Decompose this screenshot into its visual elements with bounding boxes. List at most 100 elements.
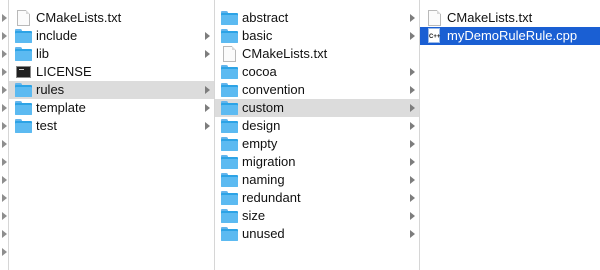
item-label: include	[36, 28, 78, 43]
folder-row[interactable]: empty	[215, 135, 419, 153]
disclosure-arrow-icon	[1, 13, 7, 23]
text-file-icon	[17, 10, 30, 26]
text-file-icon	[428, 10, 441, 26]
item-label: LICENSE	[36, 64, 92, 79]
disclosure-arrow-icon	[410, 194, 415, 202]
folder-row[interactable]: include	[9, 27, 214, 45]
folder-row[interactable]: basic	[215, 27, 419, 45]
folder-icon	[221, 119, 238, 133]
folder-icon	[15, 101, 32, 115]
cpp-file-icon: C++	[428, 28, 440, 43]
folder-row[interactable]: test	[9, 117, 214, 135]
file-row[interactable]: CMakeLists.txt	[420, 9, 600, 27]
file-list: abstract basic CMakeLists.txt cocoa conventi…	[215, 9, 419, 243]
folder-icon	[221, 155, 238, 169]
item-label: convention	[242, 82, 305, 97]
disclosure-arrow-icon	[205, 104, 210, 112]
disclosure-arrow-icon	[1, 157, 7, 167]
disclosure-arrow-icon	[410, 176, 415, 184]
parent-column-edge[interactable]	[0, 0, 9, 270]
item-label: basic	[242, 28, 273, 43]
item-label: naming	[242, 172, 285, 187]
disclosure-arrow-icon	[410, 158, 415, 166]
disclosure-arrow-icon	[1, 211, 7, 221]
disclosure-arrow-icon	[1, 139, 7, 149]
disclosure-arrow-icon	[410, 32, 415, 40]
disclosure-arrow-icon	[1, 49, 7, 59]
text-file-icon	[223, 46, 236, 62]
item-label: design	[242, 118, 281, 133]
disclosure-arrow-icon	[1, 247, 7, 257]
folder-icon	[221, 191, 238, 205]
item-label: unused	[242, 226, 285, 241]
folder-icon	[221, 83, 238, 97]
folder-icon	[221, 65, 238, 79]
item-label: abstract	[242, 10, 289, 25]
folder-row[interactable]: size	[215, 207, 419, 225]
folder-row[interactable]: rules	[9, 81, 214, 99]
folder-row[interactable]: unused	[215, 225, 419, 243]
column-rules[interactable]: abstract basic CMakeLists.txt cocoa conventi…	[215, 0, 420, 270]
folder-row[interactable]: cocoa	[215, 63, 419, 81]
disclosure-arrow-icon	[1, 175, 7, 185]
disclosure-arrow-icon	[1, 193, 7, 203]
disclosure-arrow-icon	[1, 229, 7, 239]
folder-row[interactable]: abstract	[215, 9, 419, 27]
disclosure-arrow-icon	[410, 86, 415, 94]
file-row[interactable]: C++ myDemoRuleRule.cpp	[420, 27, 600, 45]
disclosure-arrow-icon	[410, 230, 415, 238]
folder-row[interactable]: template	[9, 99, 214, 117]
folder-icon	[15, 119, 32, 133]
cpp-file-tag: C++	[429, 34, 441, 40]
folder-row[interactable]: lib	[9, 45, 214, 63]
item-label: template	[36, 100, 86, 115]
disclosure-arrow-icon	[1, 31, 7, 41]
item-label: test	[36, 118, 57, 133]
disclosure-arrow-icon	[1, 103, 7, 113]
item-label: CMakeLists.txt	[36, 10, 122, 25]
item-label: CMakeLists.txt	[447, 10, 533, 25]
item-label: CMakeLists.txt	[242, 46, 328, 61]
item-label: migration	[242, 154, 296, 169]
folder-icon	[15, 29, 32, 43]
file-list: CMakeLists.txt C++ myDemoRuleRule.cpp	[420, 9, 600, 45]
disclosure-arrow-icon	[205, 86, 210, 94]
file-list: CMakeLists.txt include lib LICENSE rules temp…	[9, 9, 214, 135]
disclosure-arrow-icon	[205, 32, 210, 40]
file-row[interactable]: CMakeLists.txt	[215, 45, 419, 63]
disclosure-arrow-icon	[410, 212, 415, 220]
item-label: empty	[242, 136, 278, 151]
folder-icon	[221, 209, 238, 223]
folder-icon	[221, 137, 238, 151]
disclosure-arrow-icon	[205, 50, 210, 58]
disclosure-arrow-icon	[1, 121, 7, 131]
item-label: custom	[242, 100, 284, 115]
column-custom[interactable]: CMakeLists.txt C++ myDemoRuleRule.cpp	[420, 0, 600, 270]
file-row[interactable]: LICENSE	[9, 63, 214, 81]
disclosure-arrow-icon	[205, 122, 210, 130]
folder-row[interactable]: migration	[215, 153, 419, 171]
item-label: size	[242, 208, 266, 223]
disclosure-arrow-icon	[410, 104, 415, 112]
disclosure-arrow-icon	[1, 85, 7, 95]
folder-row[interactable]: naming	[215, 171, 419, 189]
item-label: cocoa	[242, 64, 277, 79]
disclosure-arrow-icon	[410, 68, 415, 76]
terminal-file-icon	[16, 66, 31, 78]
disclosure-arrow-icon	[410, 140, 415, 148]
disclosure-arrow-icon	[410, 14, 415, 22]
folder-row[interactable]: custom	[215, 99, 419, 117]
file-row[interactable]: CMakeLists.txt	[9, 9, 214, 27]
disclosure-arrow-icon	[1, 67, 7, 77]
item-label: lib	[36, 46, 50, 61]
folder-icon	[15, 83, 32, 97]
folder-row[interactable]: redundant	[215, 189, 419, 207]
folder-icon	[15, 47, 32, 61]
folder-icon	[221, 101, 238, 115]
folder-row[interactable]: design	[215, 117, 419, 135]
item-label: myDemoRuleRule.cpp	[447, 28, 578, 43]
column-root[interactable]: CMakeLists.txt include lib LICENSE rules temp…	[9, 0, 215, 270]
disclosure-arrow-icon	[410, 122, 415, 130]
folder-row[interactable]: convention	[215, 81, 419, 99]
folder-icon	[221, 173, 238, 187]
